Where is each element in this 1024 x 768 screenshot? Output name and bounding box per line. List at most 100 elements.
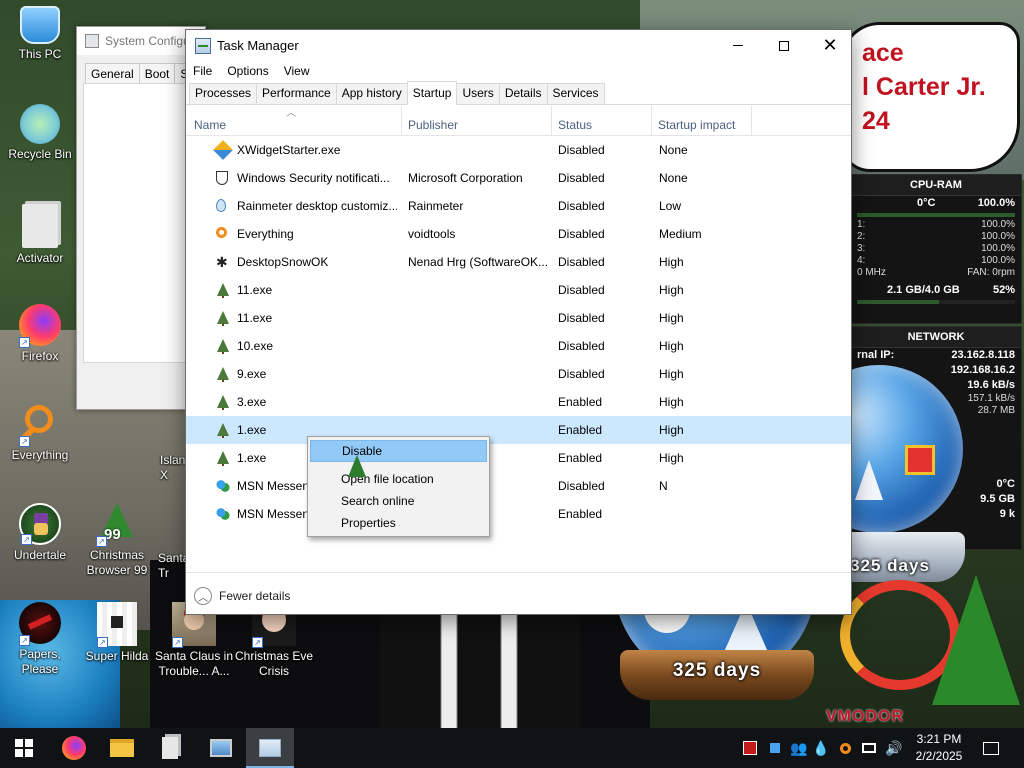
- action-center-button[interactable]: [976, 728, 1006, 768]
- tray-volume-icon[interactable]: 🔊: [882, 728, 906, 768]
- tab-services[interactable]: Services: [546, 83, 605, 104]
- menu-item-search-online[interactable]: Search online: [308, 490, 489, 512]
- column-status[interactable]: Status: [552, 106, 652, 136]
- tab-users[interactable]: Users: [456, 83, 500, 104]
- table-row[interactable]: MSN MessenorationDisabledN: [186, 472, 851, 500]
- tray-network-icon[interactable]: [858, 728, 880, 768]
- tray-rainmeter-icon[interactable]: 💧: [810, 728, 832, 768]
- menu-item-open-file-location[interactable]: Open file location: [308, 468, 489, 490]
- column-publisher[interactable]: Publisher: [402, 106, 552, 136]
- folder-icon: [110, 739, 134, 757]
- tab-performance[interactable]: Performance: [256, 83, 337, 104]
- magnifier-icon: [216, 227, 231, 242]
- row-name: 10.exe: [237, 339, 274, 353]
- disk-size: 9.5 GB: [980, 493, 1015, 505]
- desktop-icon-papers-please[interactable]: ↗ Papers, Please: [0, 602, 80, 677]
- table-row[interactable]: MSN MessenorationEnabled: [186, 500, 851, 528]
- super-hilda-icon: ↗: [97, 602, 137, 648]
- tray-snow-icon[interactable]: [738, 728, 762, 768]
- square-icon: [770, 743, 780, 753]
- tab-details[interactable]: Details: [498, 83, 548, 104]
- table-row[interactable]: Everything voidtools Disabled Medium: [186, 220, 851, 248]
- menu-file[interactable]: File: [193, 64, 212, 78]
- close-button[interactable]: ✕: [807, 30, 851, 61]
- wallpaper-tuxedo: [380, 600, 580, 730]
- taskmgr-titlebar[interactable]: Task Manager ✕: [186, 30, 851, 61]
- shortcut-arrow-icon: ↗: [19, 337, 30, 348]
- table-row[interactable]: 11.exe Disabled High: [186, 304, 851, 332]
- table-row[interactable]: 1.exe Enabled High: [186, 416, 851, 444]
- tree-icon: [216, 311, 231, 326]
- taskbar-file-explorer[interactable]: [98, 728, 146, 768]
- desktop-icon-activator[interactable]: Activator: [0, 204, 80, 266]
- network-rate-2: 157.1 kB/s: [967, 393, 1015, 404]
- speaker-icon: 🔊: [885, 739, 903, 756]
- undertale-icon: ↗: [19, 503, 61, 545]
- desktop-icon-santa-tr[interactable]: Santa Tr: [150, 551, 189, 581]
- desktop-icon-undertale[interactable]: ↗ Undertale: [0, 503, 80, 563]
- row-status: Enabled: [558, 451, 603, 465]
- table-row[interactable]: 1.exe Enabled High: [186, 444, 851, 472]
- maximize-icon: [779, 40, 789, 51]
- computer-icon: [20, 6, 60, 44]
- column-startup-impact[interactable]: Startup impact: [652, 106, 752, 136]
- desktop-icon-super-hilda[interactable]: ↗ Super Hilda: [77, 602, 157, 664]
- gift-icon: [905, 445, 935, 475]
- tree-cursor-icon: [348, 455, 366, 477]
- menu-item-properties[interactable]: Properties: [308, 512, 489, 534]
- row-status: Enabled: [558, 423, 603, 437]
- desktop-icon-recycle-bin[interactable]: Recycle Bin: [0, 104, 80, 162]
- row-status: Disabled: [558, 227, 605, 241]
- shortcut-arrow-icon: ↗: [172, 637, 183, 648]
- tray-people-icon[interactable]: 👥: [788, 728, 810, 768]
- tab-startup[interactable]: Startup: [406, 81, 458, 105]
- desktop-icon-firefox[interactable]: ↗ Firefox: [0, 304, 80, 364]
- task-manager-window[interactable]: Task Manager ✕ File Options View Process…: [185, 29, 852, 615]
- menu-view[interactable]: View: [284, 64, 310, 78]
- taskbar-task-manager[interactable]: [246, 728, 294, 768]
- table-row[interactable]: 3.exe Enabled High: [186, 388, 851, 416]
- taskbar-system-configuration[interactable]: [197, 728, 245, 768]
- minimize-button[interactable]: [715, 30, 761, 61]
- column-name[interactable]: Name: [188, 106, 402, 136]
- table-row[interactable]: 11.exe Disabled High: [186, 276, 851, 304]
- tray-square-icon[interactable]: [764, 728, 786, 768]
- cpu-total: 100.0%: [977, 197, 1015, 209]
- table-row[interactable]: XWidgetStarter.exe Disabled None: [186, 136, 851, 164]
- tab-app-history[interactable]: App history: [335, 83, 408, 104]
- snowy-tree-icon: [855, 460, 883, 500]
- firefox-icon: [62, 736, 86, 760]
- cpu-ram-gadget: CPU-RAM 0°C 100.0% 1: 100.0% 2: 100.0% 3: 10…: [850, 174, 1022, 324]
- taskbar-files[interactable]: [146, 728, 194, 768]
- ram-bar: [857, 300, 1015, 304]
- row-status: Disabled: [558, 339, 605, 353]
- table-row[interactable]: Rainmeter desktop customiz... Rainmeter Di…: [186, 192, 851, 220]
- desktop-icon-this-pc[interactable]: This PC: [0, 6, 80, 62]
- maximize-button[interactable]: [761, 30, 807, 61]
- minimize-icon: [733, 45, 743, 46]
- desktop-icon-everything[interactable]: ↗ Everything: [0, 403, 80, 463]
- syscfg-tab-general[interactable]: General: [85, 63, 140, 84]
- table-row[interactable]: 9.exe Disabled High: [186, 360, 851, 388]
- fewer-details-button[interactable]: ︿ Fewer details: [194, 587, 290, 605]
- window-title: Task Manager: [217, 38, 299, 53]
- tab-processes[interactable]: Processes: [189, 83, 258, 104]
- start-button[interactable]: [0, 728, 48, 768]
- taskbar-firefox[interactable]: [50, 728, 98, 768]
- table-row[interactable]: ✱ DesktopSnowOK Nenad Hrg (SoftwareOK... Di…: [186, 248, 851, 276]
- tray-everything-icon[interactable]: [834, 728, 856, 768]
- desktop-icon-christmas-browser-99[interactable]: 99 ↗ Christmas Browser 99: [77, 503, 157, 578]
- row-publisher: Rainmeter: [408, 199, 464, 213]
- table-row[interactable]: 10.exe Disabled High: [186, 332, 851, 360]
- startup-list: XWidgetStarter.exe Disabled None Windows Se…: [186, 136, 851, 528]
- row-name: Windows Security notificati...: [237, 171, 390, 185]
- row-startup-impact: None: [659, 143, 688, 157]
- syscfg-app-icon: [85, 34, 99, 48]
- desktop-icon-island[interactable]: Islan X: [150, 453, 186, 483]
- table-row[interactable]: Windows Security notificati... Microsoft …: [186, 164, 851, 192]
- menu-options[interactable]: Options: [227, 64, 268, 78]
- syscfg-tab-boot[interactable]: Boot: [138, 63, 176, 84]
- taskbar-clock[interactable]: 3:21 PM 2/2/2025: [908, 731, 970, 765]
- msn-icon: [216, 507, 231, 522]
- menu-item-disable[interactable]: Disable: [310, 440, 487, 462]
